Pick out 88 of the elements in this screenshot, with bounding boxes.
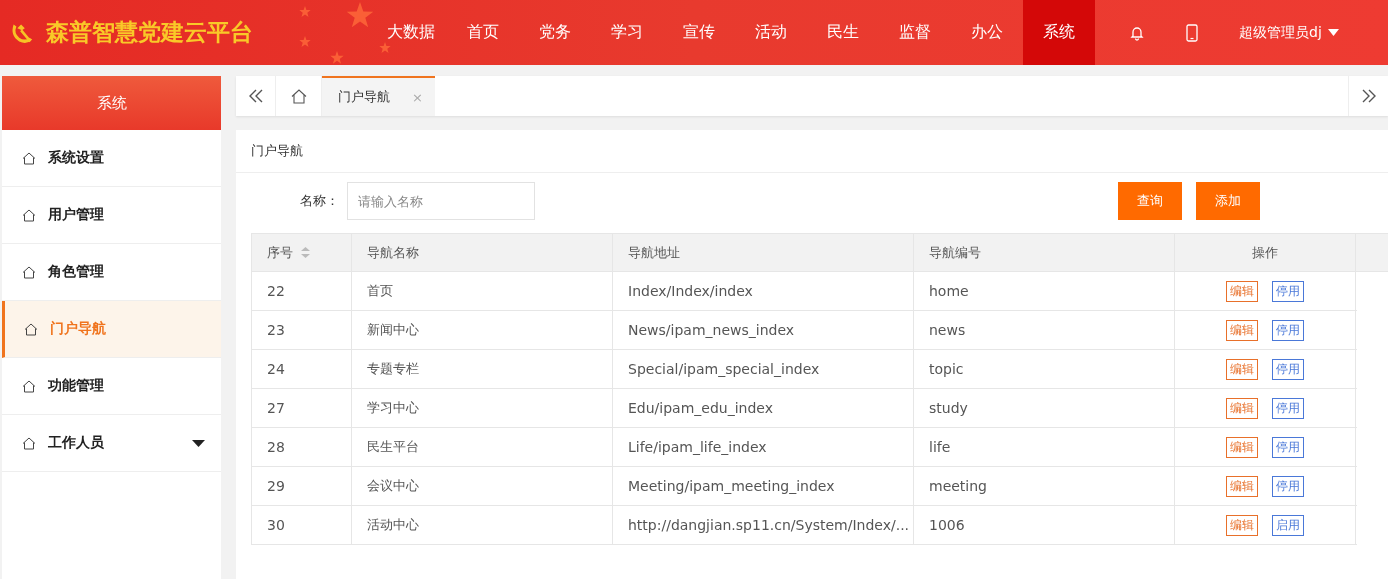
table-cell: meeting [914, 467, 1175, 505]
table-cell: 23 [252, 311, 352, 349]
table-cell: 新闻中心 [352, 311, 613, 349]
table-cell: Index/Index/index [613, 272, 914, 310]
home-icon [290, 88, 307, 104]
edit-button[interactable]: 编辑 [1226, 358, 1258, 380]
name-label: 名称： [300, 192, 339, 210]
column-header: 操作 [1175, 234, 1356, 271]
sidebar-item[interactable]: 门户导航 [2, 301, 221, 358]
edit-button[interactable]: 编辑 [1226, 514, 1258, 536]
sidebar-item[interactable]: 功能管理 [2, 358, 221, 415]
toggle-button[interactable]: 停用 [1272, 397, 1304, 419]
panel-title: 门户导航 [236, 130, 1388, 173]
nav-tab[interactable]: 活动 [735, 0, 807, 65]
user-menu[interactable]: 超级管理员dj [1239, 23, 1339, 42]
phone-icon[interactable] [1185, 23, 1199, 42]
column-header[interactable]: 序号 [252, 234, 352, 271]
table-cell: news [914, 311, 1175, 349]
toggle-button[interactable]: 停用 [1272, 319, 1304, 341]
action-button[interactable]: 查询 [1118, 182, 1182, 220]
table-cell: Meeting/ipam_meeting_index [613, 467, 914, 505]
toggle-button[interactable]: 停用 [1272, 358, 1304, 380]
home-icon [24, 322, 38, 336]
home-icon [22, 151, 36, 165]
toggle-button[interactable]: 停用 [1272, 475, 1304, 497]
home-icon [22, 265, 36, 279]
table-cell: http://dangjian.sp11.cn/System/Index/... [613, 506, 914, 544]
nav-tab[interactable]: 学习 [591, 0, 663, 65]
column-header: 导航地址 [613, 234, 914, 271]
double-chevron-right-icon [1360, 89, 1377, 103]
table-cell: home [914, 272, 1175, 310]
sidebar-item[interactable]: 工作人员 [2, 415, 221, 472]
sort-icon[interactable] [301, 247, 310, 258]
nav-tab[interactable]: 系统 [1023, 0, 1095, 65]
table-cell: 学习中心 [352, 389, 613, 427]
nav-tab[interactable]: 民生 [807, 0, 879, 65]
edit-button[interactable]: 编辑 [1226, 475, 1258, 497]
caret-icon [1327, 29, 1339, 36]
table-cell: life [914, 428, 1175, 466]
app-title: 森普智慧党建云平台 [46, 18, 253, 47]
table-cell: Edu/ipam_edu_index [613, 389, 914, 427]
page-tab[interactable]: 门户导航 × [322, 76, 435, 116]
table-cell: 民生平台 [352, 428, 613, 466]
sidebar-title: 系统 [2, 76, 221, 130]
column-header: 导航编号 [914, 234, 1175, 271]
sidebar-item[interactable]: 用户管理 [2, 187, 221, 244]
edit-button[interactable]: 编辑 [1226, 280, 1258, 302]
table-cell: 活动中心 [352, 506, 613, 544]
nav-tab[interactable]: 党务 [519, 0, 591, 65]
nav-tab[interactable]: 办公 [951, 0, 1023, 65]
nav-tab[interactable]: 宣传 [663, 0, 735, 65]
edit-button[interactable]: 编辑 [1226, 436, 1258, 458]
close-icon[interactable]: × [412, 89, 423, 105]
toggle-button[interactable]: 停用 [1272, 280, 1304, 302]
scroll-left-button[interactable] [236, 76, 276, 116]
table-cell: 24 [252, 350, 352, 388]
nav-tab[interactable]: 监督 [879, 0, 951, 65]
toggle-button[interactable]: 启用 [1272, 514, 1304, 536]
table-cell: 30 [252, 506, 352, 544]
nav-tab[interactable]: 大数据 [375, 0, 447, 65]
bell-icon[interactable] [1129, 24, 1145, 41]
home-tab[interactable] [276, 76, 322, 116]
name-field[interactable]: 请输入名称 [347, 182, 535, 220]
action-button[interactable]: 添加 [1196, 182, 1260, 220]
scroll-right-button[interactable] [1348, 76, 1388, 116]
table-cell: Life/ipam_life_index [613, 428, 914, 466]
double-chevron-left-icon [247, 89, 264, 103]
edit-button[interactable]: 编辑 [1226, 319, 1258, 341]
table-cell: study [914, 389, 1175, 427]
table-cell: 首页 [352, 272, 613, 310]
table-cell: 29 [252, 467, 352, 505]
sidebar-item[interactable]: 系统设置 [2, 130, 221, 187]
table-cell: 22 [252, 272, 352, 310]
table-cell: 27 [252, 389, 352, 427]
table-cell: 1006 [914, 506, 1175, 544]
table-cell: 专题专栏 [352, 350, 613, 388]
home-icon [22, 379, 36, 393]
toggle-button[interactable]: 停用 [1272, 436, 1304, 458]
edit-button[interactable]: 编辑 [1226, 397, 1258, 419]
nav-tab[interactable]: 首页 [447, 0, 519, 65]
table-cell: News/ipam_news_index [613, 311, 914, 349]
home-icon [22, 208, 36, 222]
table-cell: Special/ipam_special_index [613, 350, 914, 388]
column-header: 导航名称 [352, 234, 613, 271]
table-cell: 会议中心 [352, 467, 613, 505]
table-cell: topic [914, 350, 1175, 388]
table-cell: 28 [252, 428, 352, 466]
home-icon [22, 436, 36, 450]
